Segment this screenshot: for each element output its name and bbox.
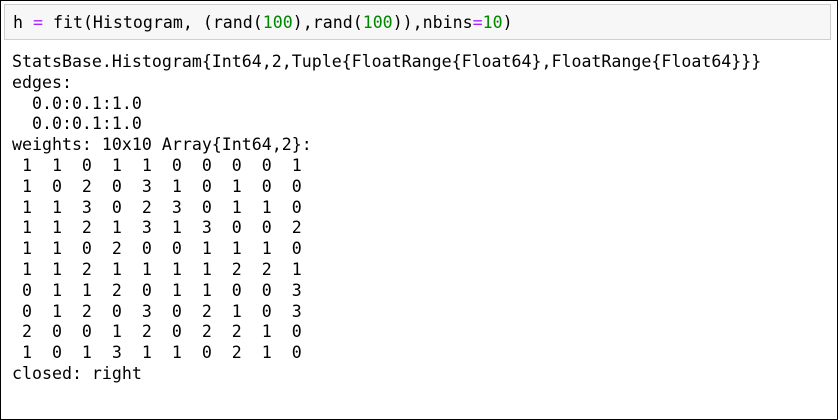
code-token: 100 bbox=[262, 13, 293, 32]
code-token: fit(Histogram, (rand( bbox=[42, 13, 263, 32]
weights-row: 1 0 1 3 1 1 0 2 1 0 bbox=[12, 343, 302, 363]
weights-row: 1 1 2 1 1 1 1 2 2 1 bbox=[12, 259, 302, 279]
code-token: 10 bbox=[482, 13, 503, 32]
code-token: ),rand( bbox=[292, 13, 363, 32]
weights-label: weights: 10x10 Array{Int64,2}: bbox=[12, 135, 312, 155]
code-token: )),nbins bbox=[392, 13, 473, 32]
code-input-cell[interactable]: h = fit(Histogram, (rand(100),rand(100))… bbox=[4, 4, 831, 40]
histogram-type-line: StatsBase.Histogram{Int64,2,Tuple{FloatR… bbox=[12, 52, 762, 71]
weights-row: 1 1 3 0 2 3 0 1 1 0 bbox=[12, 197, 302, 217]
weights-row: 0 1 2 0 3 0 2 1 0 3 bbox=[12, 301, 302, 321]
edges-range: 0.0:0.1:1.0 bbox=[12, 114, 142, 134]
cell-output: StatsBase.Histogram{Int64,2,Tuple{FloatR… bbox=[12, 52, 761, 385]
code-line[interactable]: h = fit(Histogram, (rand(100),rand(100))… bbox=[13, 13, 513, 33]
edges-range: 0.0:0.1:1.0 bbox=[12, 93, 142, 113]
weights-row: 1 1 2 1 3 1 3 0 0 2 bbox=[12, 218, 302, 238]
weights-row: 2 0 0 1 2 0 2 2 1 0 bbox=[12, 322, 302, 342]
code-token: = bbox=[472, 13, 483, 32]
weights-row: 0 1 1 2 0 1 1 0 0 3 bbox=[12, 280, 302, 300]
code-token: h bbox=[13, 13, 33, 32]
weights-row: 1 1 0 1 1 0 0 0 0 1 bbox=[12, 155, 302, 175]
weights-row: 1 0 2 0 3 1 0 1 0 0 bbox=[12, 176, 302, 196]
closed-line: closed: right bbox=[12, 363, 142, 383]
notebook-frame: h = fit(Histogram, (rand(100),rand(100))… bbox=[0, 0, 838, 420]
code-token: ) bbox=[502, 13, 513, 32]
edges-label: edges: bbox=[12, 72, 72, 92]
code-token: 100 bbox=[362, 13, 393, 32]
weights-row: 1 1 0 2 0 0 1 1 1 0 bbox=[12, 239, 302, 259]
code-token: = bbox=[32, 13, 43, 32]
weights-matrix: 1 1 0 1 1 0 0 0 0 1 1 0 2 0 3 1 0 1 0 0 … bbox=[12, 156, 761, 364]
